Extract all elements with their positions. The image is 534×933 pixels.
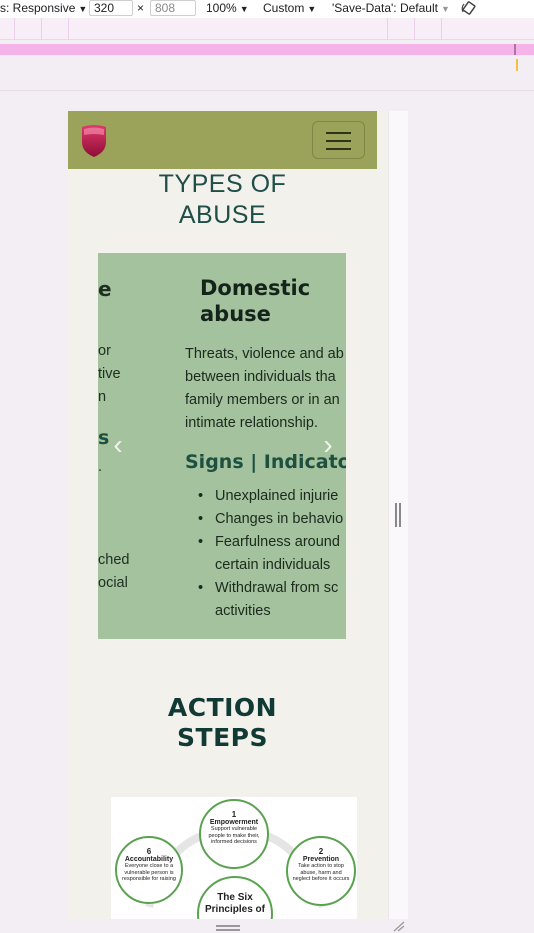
media-query-bar-top[interactable] [0, 18, 534, 40]
section-title-types-of-abuse: TYPES OF ABUSE [68, 169, 377, 231]
height-input[interactable]: 808 [150, 0, 196, 16]
toolbar-divider [0, 90, 534, 91]
shield-logo-icon[interactable] [80, 124, 108, 158]
ruler-tick [441, 18, 442, 40]
hamburger-bar [326, 132, 351, 134]
carousel-slide-previous: e or tive n s . ched ocial [98, 253, 158, 639]
zoom-select-label: 100% [206, 1, 237, 15]
list-item-text: Fearfulness around [215, 534, 340, 550]
device-select-label: s: Responsive [0, 1, 76, 15]
prev-slide-text: e [98, 277, 112, 301]
principle-description: Everyone close to a vulnerable person is… [122, 863, 176, 882]
list-item: Withdrawal from sc activities [185, 577, 346, 623]
hamburger-menu-icon[interactable] [312, 121, 365, 159]
save-data-label: 'Save-Data': Default [332, 1, 438, 15]
principle-circle-accountability: 6 Accountability Everyone close to a vul… [115, 836, 183, 904]
media-query-bar-pink[interactable] [0, 44, 534, 55]
chevron-down-icon: ▼ [78, 4, 88, 14]
principle-name: Accountability [124, 856, 174, 863]
prev-slide-text: n [98, 389, 107, 405]
title-line: STEPS [177, 723, 268, 752]
ruler-tick [14, 18, 15, 40]
slide-heading: Domestic abuse [200, 275, 310, 327]
list-item-text: Unexplained injurie [215, 488, 339, 504]
list-item-text: activities [215, 603, 271, 619]
prev-slide-text: or [98, 343, 111, 359]
zoom-select[interactable]: 100% ▼ [206, 1, 249, 15]
indicator-list: Unexplained injurie Changes in behavio F… [185, 485, 346, 623]
center-title-line: Principles of [204, 904, 265, 915]
prev-slide-text: . [98, 459, 103, 475]
media-query-bar-orange[interactable] [0, 59, 534, 73]
section-title-action-steps: ACTION STEPS [68, 693, 377, 753]
center-title-line: The Six [217, 892, 253, 903]
heading-line: Domestic [200, 276, 311, 300]
prev-slide-text: tive [98, 366, 121, 382]
throttle-select[interactable]: Custom ▼ [263, 1, 316, 15]
chevron-down-icon: ▼ [239, 4, 249, 14]
navbar [68, 111, 377, 169]
devtools-device-toolbar: s: Responsive ▼ 320 × 808 100% ▼ Custom ▼ '… [0, 0, 534, 18]
resize-handle-icon[interactable] [395, 503, 401, 527]
principle-name: Prevention [302, 856, 340, 863]
principle-number: 1 [231, 810, 237, 819]
ruler-tick [414, 18, 415, 40]
title-line: ACTION [167, 693, 278, 722]
list-item-text: Changes in behavio [215, 511, 344, 527]
prev-slide-text: ched [98, 552, 130, 568]
slide-description: Threats, violence and ab between individ… [185, 343, 346, 435]
resize-handle-icon[interactable] [392, 920, 406, 932]
prev-slide-text: ocial [98, 575, 128, 591]
breakpoint-marker [516, 59, 518, 71]
six-principles-diagram: 1 Empowerment Support vulnerable people … [111, 797, 357, 919]
list-item: Changes in behavio [185, 508, 346, 531]
breakpoint-marker [514, 44, 516, 55]
abuse-carousel[interactable]: e or tive n s . ched ocial Domestic abus… [98, 253, 346, 639]
device-select[interactable]: s: Responsive ▼ [0, 1, 87, 15]
resize-handle-icon[interactable] [216, 925, 240, 931]
ruler-tick [41, 18, 42, 40]
chevron-down-icon: ▼ [440, 4, 450, 14]
title-line: ABUSE [178, 201, 267, 229]
principle-description: Take action to stop abuse, harm and negl… [292, 863, 350, 882]
chevron-down-icon: ▼ [307, 4, 317, 14]
principle-name: Empowerment [209, 819, 259, 826]
save-data-select[interactable]: 'Save-Data': Default ▼ [332, 1, 450, 15]
desc-line: between individuals tha [185, 369, 336, 385]
hamburger-bar [326, 148, 351, 150]
desc-line: Threats, violence and ab [185, 346, 344, 362]
width-input[interactable]: 320 [89, 0, 133, 16]
heading-line: abuse [200, 302, 271, 326]
principle-circle-empowerment: 1 Empowerment Support vulnerable people … [199, 799, 269, 869]
ruler-tick [68, 18, 69, 40]
desc-line: family members or in an [185, 392, 340, 408]
rotate-icon[interactable] [461, 0, 477, 16]
dimension-separator: × [137, 1, 145, 15]
ruler-tick [387, 18, 388, 40]
list-item: Fearfulness around certain individuals [185, 531, 346, 577]
hamburger-bar [326, 140, 351, 142]
list-item: Unexplained injurie [185, 485, 346, 508]
principle-number: 6 [146, 847, 152, 856]
chevron-left-icon[interactable]: ‹ [108, 430, 128, 460]
list-item-text: certain individuals [215, 557, 331, 573]
principle-circle-prevention: 2 Prevention Take action to stop abuse, … [286, 836, 356, 906]
throttle-select-label: Custom [263, 1, 305, 15]
title-line: TYPES OF [158, 170, 287, 198]
list-item-text: Withdrawal from sc [215, 580, 339, 596]
principle-number: 2 [318, 847, 324, 856]
chevron-right-icon[interactable]: › [318, 430, 338, 460]
emulated-viewport: TYPES OF ABUSE e or tive n s . ched ocia… [68, 111, 388, 919]
principle-description: Support vulnerable people to make their,… [208, 826, 260, 845]
